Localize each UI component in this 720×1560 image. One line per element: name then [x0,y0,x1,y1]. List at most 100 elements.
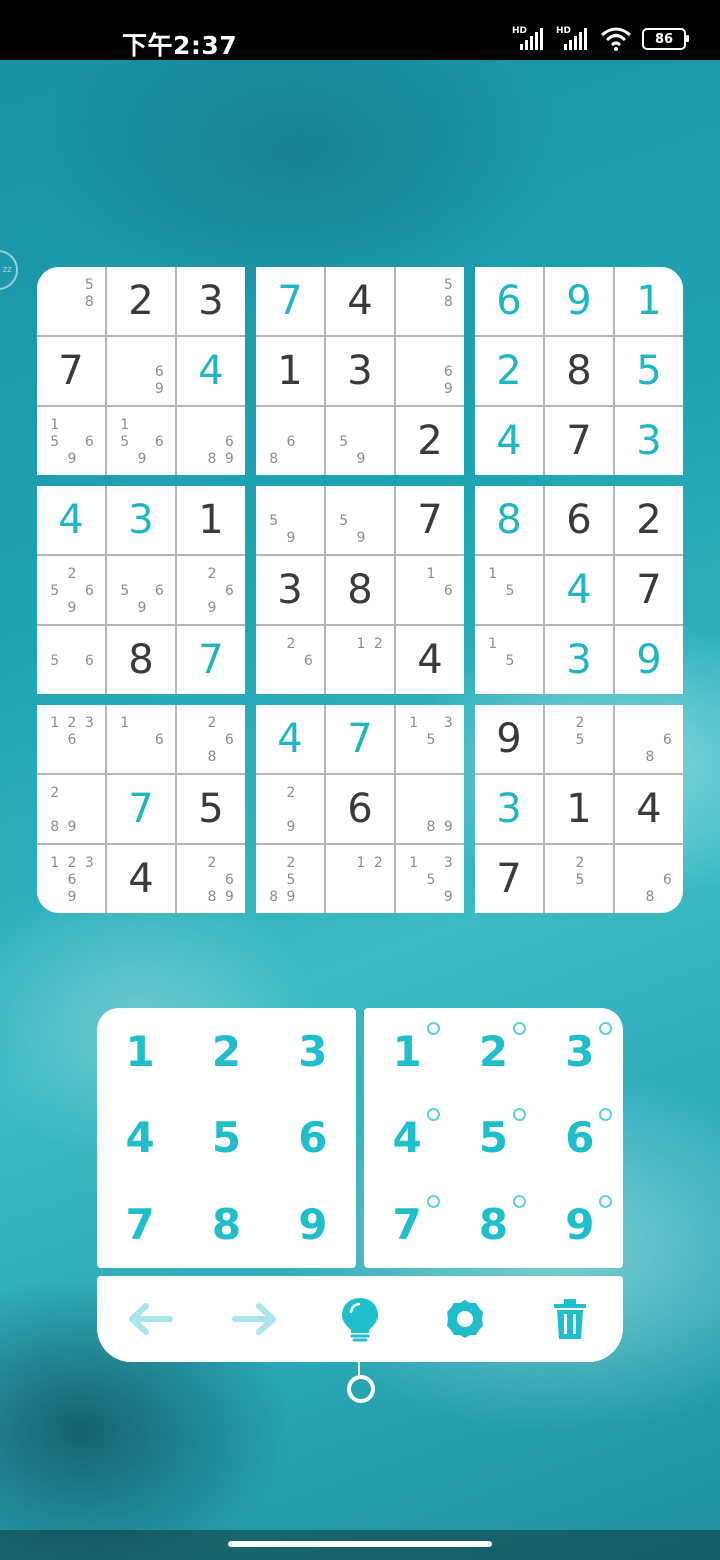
board-cell[interactable]: 29 [256,775,324,843]
board-cell[interactable]: 59 [256,486,324,554]
number-key-2[interactable]: 2 [183,1008,269,1095]
board-cell[interactable]: 1 359 [396,845,464,913]
redo-button[interactable] [225,1289,285,1349]
board-cell[interactable]: 3 [177,267,245,335]
board-cell[interactable]: 7 [177,626,245,694]
board-cell[interactable]: 68 [615,845,683,913]
board-cell[interactable]: 3 [326,337,394,405]
board-cell[interactable]: 4 [615,775,683,843]
hint-button[interactable] [330,1289,390,1349]
board-cell[interactable]: 1 35 [396,705,464,773]
note-key-7[interactable]: 7 [364,1181,450,1268]
board-cell[interactable]: 12369 [37,845,105,913]
board-cell[interactable]: 68 [256,407,324,475]
board-cell[interactable]: 25 [545,845,613,913]
board-cell[interactable]: 89 [396,775,464,843]
number-key-7[interactable]: 7 [97,1181,183,1268]
board-cell[interactable]: 7 [107,775,175,843]
board-cell[interactable]: 7 [396,486,464,554]
board-cell[interactable]: 7 [326,705,394,773]
note-key-4[interactable]: 4 [364,1095,450,1182]
board-cell[interactable]: 16 [396,556,464,624]
edge-handle[interactable]: zz [0,250,18,290]
home-indicator[interactable] [228,1541,492,1547]
note-key-8[interactable]: 8 [450,1181,536,1268]
board-cell[interactable]: 9 [475,705,543,773]
board-cell[interactable]: 7 [545,407,613,475]
number-key-6[interactable]: 6 [270,1095,356,1182]
board-cell[interactable]: 58 [396,267,464,335]
board-cell[interactable]: 1 [177,486,245,554]
board-cell[interactable]: 5 69 [107,556,175,624]
board-cell[interactable]: 268 [177,705,245,773]
note-key-6[interactable]: 6 [537,1095,623,1182]
board-cell[interactable]: 59 [326,486,394,554]
board-cell[interactable]: 4 [326,267,394,335]
board-cell[interactable]: 6 [326,775,394,843]
board-cell[interactable]: 69 [107,337,175,405]
board-cell[interactable]: 4 [256,705,324,773]
board-cell[interactable]: 25 69 [37,556,105,624]
board-cell[interactable]: 56 [37,626,105,694]
board-cell[interactable]: 1569 [37,407,105,475]
board-cell[interactable]: 2689 [177,845,245,913]
board-cell[interactable]: 59 [326,407,394,475]
note-key-5[interactable]: 5 [450,1095,536,1182]
board-cell[interactable]: 8 [475,486,543,554]
board-cell[interactable]: 26 [256,626,324,694]
board-cell[interactable]: 2 [107,267,175,335]
board-cell[interactable]: 4 [475,407,543,475]
board-cell[interactable]: 8 [545,337,613,405]
board-cell[interactable]: 1 [615,267,683,335]
note-key-1[interactable]: 1 [364,1008,450,1095]
board-cell[interactable]: 69 [396,337,464,405]
board-cell[interactable]: 2 89 [37,775,105,843]
board-cell[interactable]: 8 [326,556,394,624]
note-key-2[interactable]: 2 [450,1008,536,1095]
board-cell[interactable]: 689 [177,407,245,475]
board-cell[interactable]: 7 [37,337,105,405]
board-cell[interactable]: 16 [107,705,175,773]
number-key-9[interactable]: 9 [270,1181,356,1268]
board-cell[interactable]: 15 [475,626,543,694]
board-cell[interactable]: 1 [545,775,613,843]
board-cell[interactable]: 68 [615,705,683,773]
note-key-3[interactable]: 3 [537,1008,623,1095]
board-cell[interactable]: 6 [545,486,613,554]
board-cell[interactable]: 12 [326,626,394,694]
board-cell[interactable]: 3 [475,775,543,843]
board-cell[interactable]: 12 [326,845,394,913]
board-cell[interactable]: 7 [256,267,324,335]
board-cell[interactable]: 5 [615,337,683,405]
board-cell[interactable]: 2 [615,486,683,554]
board-cell[interactable]: 9 [545,267,613,335]
number-key-1[interactable]: 1 [97,1008,183,1095]
board-cell[interactable]: 15 [475,556,543,624]
board-cell[interactable]: 269 [177,556,245,624]
board-cell[interactable]: 3 [615,407,683,475]
board-cell[interactable]: 7 [475,845,543,913]
board-cell[interactable]: 2589 [256,845,324,913]
board-cell[interactable]: 4 [177,337,245,405]
board-cell[interactable]: 3 [545,626,613,694]
drag-handle[interactable] [347,1375,375,1403]
board-cell[interactable]: 25 [545,705,613,773]
settings-button[interactable] [435,1289,495,1349]
board-cell[interactable]: 2 [396,407,464,475]
board-cell[interactable]: 7 [615,556,683,624]
board-cell[interactable]: 8 [107,626,175,694]
board-cell[interactable]: 4 [107,845,175,913]
undo-button[interactable] [120,1289,180,1349]
note-key-9[interactable]: 9 [537,1181,623,1268]
number-key-3[interactable]: 3 [270,1008,356,1095]
number-key-5[interactable]: 5 [183,1095,269,1182]
board-cell[interactable]: 5 [177,775,245,843]
board-cell[interactable]: 2 [475,337,543,405]
board-cell[interactable]: 58 [37,267,105,335]
board-cell[interactable]: 4 [396,626,464,694]
board-cell[interactable]: 4 [545,556,613,624]
number-key-8[interactable]: 8 [183,1181,269,1268]
board-cell[interactable]: 6 [475,267,543,335]
board-cell[interactable]: 1236 [37,705,105,773]
board-cell[interactable]: 1 [256,337,324,405]
